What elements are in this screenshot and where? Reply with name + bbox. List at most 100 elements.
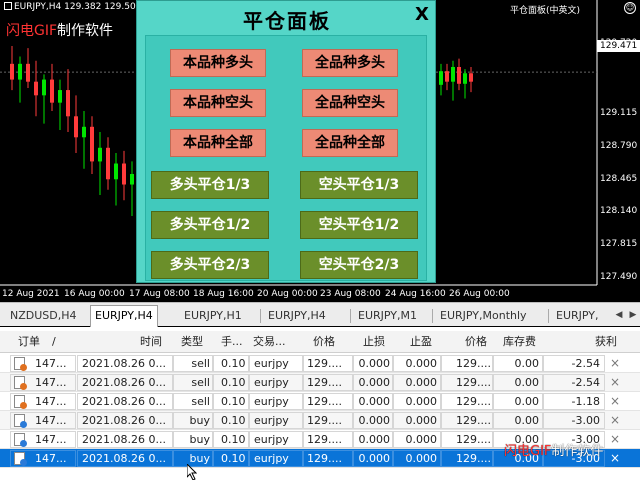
left-candle-body xyxy=(130,174,134,185)
close-order-icon[interactable]: × xyxy=(608,392,622,411)
chart-tab[interactable]: EURJPY,Monthly xyxy=(436,306,531,326)
cell-profit: -1.18 xyxy=(571,395,600,408)
column-header[interactable]: 价格 xyxy=(313,331,335,353)
watermark-top: 闪电GIF制作软件 xyxy=(6,23,114,39)
price-tick-label: 127.490 xyxy=(600,272,638,282)
panel-button-6[interactable]: 多头平仓1/3 xyxy=(151,171,269,199)
panel-button-10[interactable]: 多头平仓2/3 xyxy=(151,251,269,279)
left-candle-body xyxy=(66,90,70,117)
column-header[interactable]: 获利 xyxy=(595,331,617,353)
symbol-menu-icon[interactable] xyxy=(4,2,12,10)
panel-button-0[interactable]: 本品种多头 xyxy=(170,49,266,77)
panel-button-5[interactable]: 全品种全部 xyxy=(302,129,398,157)
time-tick-label: 17 Aug 08:00 xyxy=(129,289,190,299)
panel-close-button[interactable]: X xyxy=(413,4,431,26)
time-tick-label: 12 Aug 2021 xyxy=(2,289,60,299)
column-header[interactable]: 类型 xyxy=(181,331,203,353)
left-candle-body xyxy=(114,163,118,180)
panel-button-8[interactable]: 多头平仓1/2 xyxy=(151,211,269,239)
right-candle-body xyxy=(457,66,461,84)
table-row[interactable]: 147... 2021.08.26 0... sell 0.10 eurjpy 129..… xyxy=(0,354,640,373)
mouse-cursor-icon xyxy=(187,464,197,480)
chart-tab[interactable]: EURJPY,M1 xyxy=(354,306,421,326)
price-tick-label: 128.465 xyxy=(600,174,638,184)
left-candle-body xyxy=(106,147,110,180)
ea-name-label: 平仓面板(中英文) xyxy=(510,6,581,16)
right-candle-body xyxy=(445,71,449,82)
chart-title: EURJPY,H4 129.382 129.50 xyxy=(4,2,136,12)
time-tick-label: 20 Aug 00:00 xyxy=(257,289,318,299)
time-tick-label: 18 Aug 16:00 xyxy=(193,289,254,299)
time-tick-label: 26 Aug 00:00 xyxy=(449,289,510,299)
column-header[interactable]: 止盈 xyxy=(410,331,432,353)
left-candle-body xyxy=(10,63,14,80)
right-candle-body xyxy=(469,73,473,82)
left-candle-body xyxy=(42,79,46,96)
price-tick-label: 129.115 xyxy=(600,108,638,118)
panel-button-9[interactable]: 空头平仓1/2 xyxy=(300,211,418,239)
left-candle-body xyxy=(98,147,102,162)
chart-tab[interactable]: EURJPY,H1 xyxy=(180,306,246,326)
smiley-icon: ☺ xyxy=(624,2,636,14)
trade-table: 订单 / 时间 类型 手... 交易... 价格 止损 止盈 价格 库存费 获利 147... 2021… xyxy=(0,327,640,480)
chart-tabs: NZDUSD,H4 EURJPY,H4 EURJPY,H1 EURJPY,H4 EURJ… xyxy=(0,302,640,327)
left-candle-body xyxy=(58,90,62,103)
chart-tab[interactable]: NZDUSD,H4 xyxy=(6,306,81,326)
close-order-icon[interactable]: × xyxy=(608,449,622,468)
column-header[interactable]: / xyxy=(52,331,56,353)
table-header: 订单 / 时间 类型 手... 交易... 价格 止损 止盈 价格 库存费 获利 xyxy=(0,331,640,353)
price-tick-label: 127.815 xyxy=(600,239,638,249)
column-header[interactable]: 价格 xyxy=(465,331,487,353)
column-header[interactable]: 库存费 xyxy=(503,331,536,353)
panel-button-7[interactable]: 空头平仓1/3 xyxy=(300,171,418,199)
terminal-window: EURJPY,H4 129.382 129.50 平仓面板(中英文) ☺ 闪电G… xyxy=(0,0,640,480)
chart-tab[interactable]: EURJPY, xyxy=(552,306,603,326)
right-candle-body xyxy=(463,73,467,84)
close-order-icon[interactable]: × xyxy=(608,373,622,392)
close-order-icon[interactable]: × xyxy=(608,411,622,430)
panel-button-1[interactable]: 全品种多头 xyxy=(302,49,398,77)
price-tick-label: 128.140 xyxy=(600,206,638,216)
price-tick-label: 128.790 xyxy=(600,141,638,151)
left-candle-body xyxy=(122,163,126,185)
tab-separator xyxy=(548,309,549,323)
column-header[interactable]: 时间 xyxy=(140,331,162,353)
current-price-tag: 129.471 xyxy=(597,40,640,52)
time-tick-label: 24 Aug 16:00 xyxy=(385,289,446,299)
right-candle-body xyxy=(439,71,443,85)
left-candle-body xyxy=(74,116,78,138)
tab-separator xyxy=(350,309,351,323)
chart-tab[interactable]: EURJPY,H4 xyxy=(264,306,330,326)
table-row[interactable]: 147... 2021.08.26 0... buy 0.10 eurjpy 129...… xyxy=(0,411,640,430)
panel-title: 平仓面板 xyxy=(243,9,331,33)
left-candle-body xyxy=(26,63,30,82)
column-header[interactable]: 手... xyxy=(221,331,243,353)
column-header[interactable]: 交易... xyxy=(253,331,286,353)
tab-scroll-left-icon[interactable]: ◀ xyxy=(612,308,626,322)
column-header[interactable]: 订单 xyxy=(18,331,40,353)
panel-button-3[interactable]: 全品种空头 xyxy=(302,89,398,117)
panel-button-11[interactable]: 空头平仓2/3 xyxy=(300,251,418,279)
table-row[interactable]: 147... 2021.08.26 0... sell 0.10 eurjpy 129..… xyxy=(0,373,640,392)
tab-separator xyxy=(432,309,433,323)
cell-profit: -2.54 xyxy=(571,357,600,370)
panel-button-2[interactable]: 本品种空头 xyxy=(170,89,266,117)
table-row[interactable]: 147... 2021.08.26 0... sell 0.10 eurjpy 129..… xyxy=(0,392,640,411)
watermark-bottom: 闪电GIF制作软件 xyxy=(504,444,604,459)
cell-profit: -2.54 xyxy=(571,376,600,389)
close-order-icon[interactable]: × xyxy=(608,430,622,449)
left-candle-body xyxy=(18,63,22,80)
column-header[interactable]: 止损 xyxy=(363,331,385,353)
close-order-icon[interactable]: × xyxy=(608,354,622,373)
right-candle-body xyxy=(451,66,455,82)
left-candle-body xyxy=(82,126,86,138)
left-candle-body xyxy=(50,79,54,103)
close-position-panel: 平仓面板 X 本品种多头 全品种多头本品种空头 全品种空头本品种全部 全品种全部多头平… xyxy=(136,0,436,283)
panel-button-4[interactable]: 本品种全部 xyxy=(170,129,266,157)
tab-scroll-right-icon[interactable]: ▶ xyxy=(626,308,640,322)
left-candle-body xyxy=(34,81,38,96)
time-tick-label: 23 Aug 08:00 xyxy=(320,289,381,299)
chart-tab[interactable]: EURJPY,H4 xyxy=(90,305,158,327)
tab-separator xyxy=(260,309,261,323)
left-candle-body xyxy=(90,126,94,162)
